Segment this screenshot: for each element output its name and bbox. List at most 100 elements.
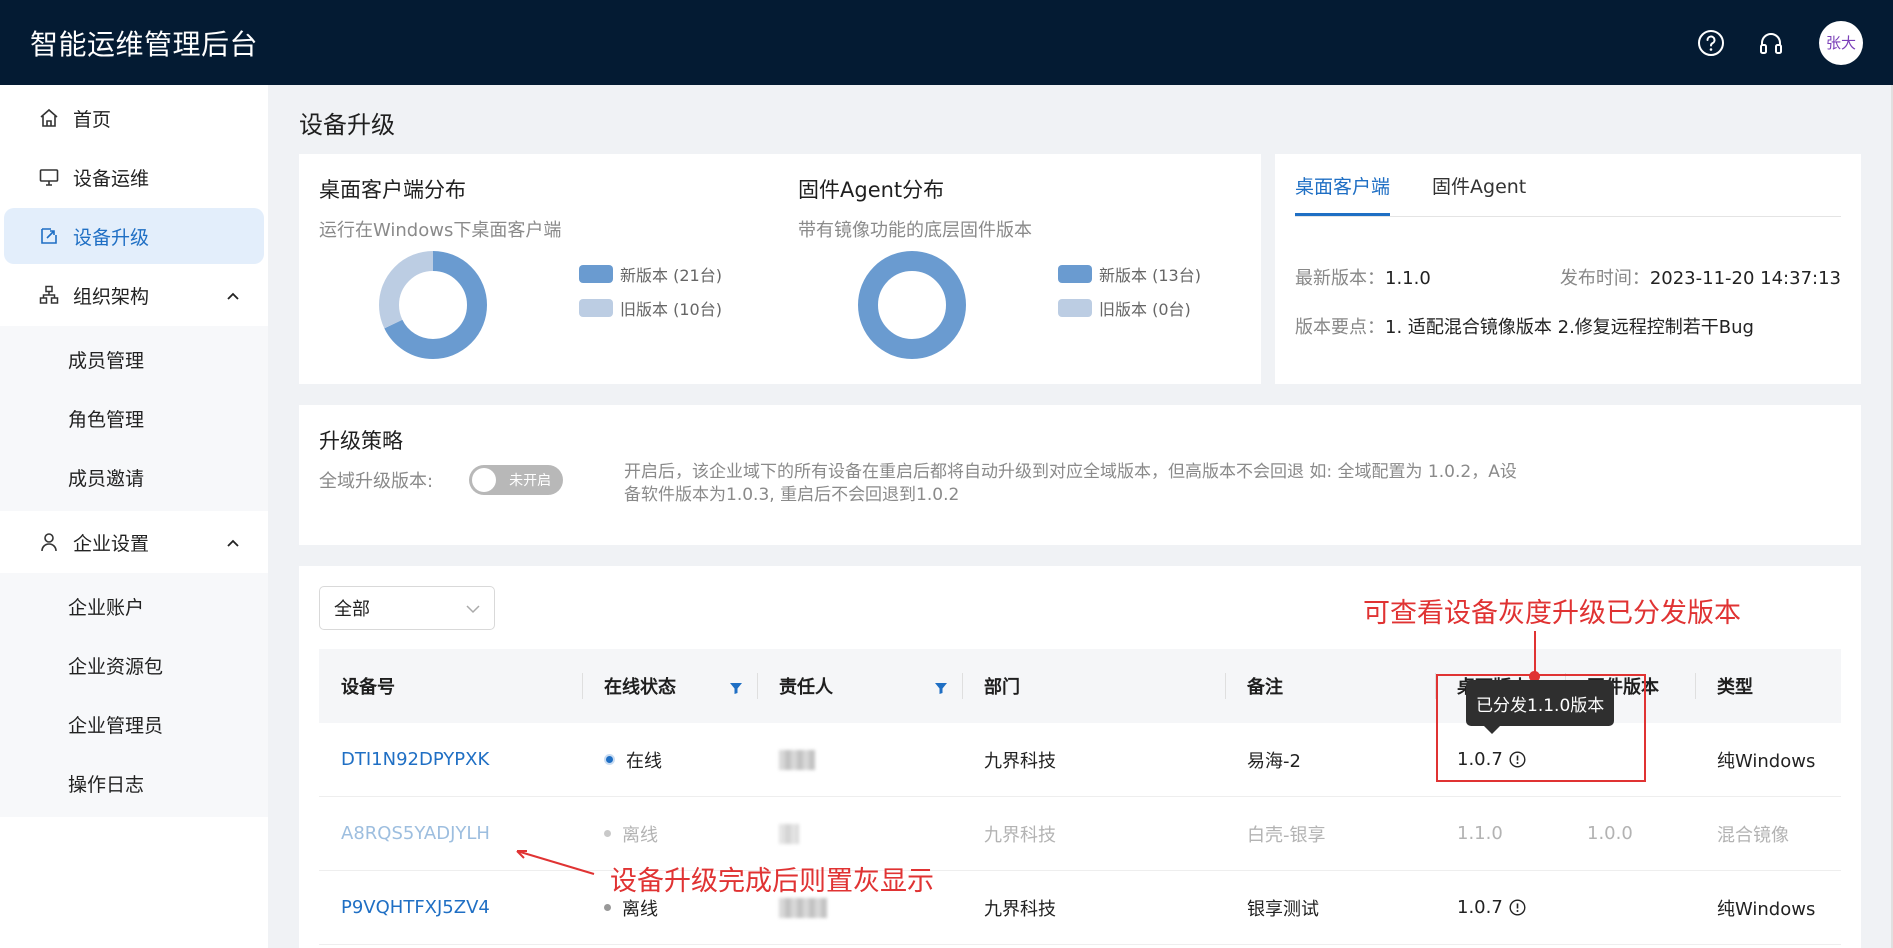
chevron-down-icon [466, 598, 480, 619]
distribution-card: 桌面客户端分布 运行在Windows下桌面客户端 新版本 (21台) 旧版本 (… [299, 154, 1261, 384]
filter-icon[interactable] [934, 679, 948, 700]
note-cell: 易海-2 [1247, 750, 1301, 772]
sidebar-item-org[interactable]: 组织架构 [4, 267, 264, 323]
device-id-link[interactable]: A8RQS5YADJYLH [341, 823, 490, 844]
desktop-legend: 新版本 (21台) 旧版本 (10台) [579, 257, 722, 325]
type-cell: 纯Windows [1717, 898, 1816, 920]
version-tabs: 桌面客户端 固件Agent [1295, 154, 1841, 217]
sidebar-item-label: 企业设置 [73, 532, 150, 555]
col-type: 类型 [1695, 649, 1841, 723]
online-dot [604, 754, 615, 765]
donut-segment-new [858, 251, 966, 359]
sidebar-item-account[interactable]: 企业账户 [0, 577, 268, 636]
firmware-distribution: 固件Agent分布 带有镜像功能的底层固件版本 [798, 174, 1032, 242]
toggle-knob [472, 468, 497, 492]
sidebar-item-label: 组织架构 [73, 285, 150, 308]
note-cell: 银享测试 [1247, 898, 1319, 920]
sidebar-item-members[interactable]: 成员管理 [0, 330, 268, 389]
device-id-link[interactable]: P9VQHTFXJ5ZV4 [341, 897, 490, 918]
annotation-gray-release: 可查看设备灰度升级已分发版本 [1363, 598, 1741, 629]
firmware-legend: 新版本 (13台) 旧版本 (0台) [1058, 257, 1201, 325]
desktop-version-cell: 1.1.0 [1457, 823, 1503, 844]
sidebar-subgroup-enterprise: 企业账户 企业资源包 企业管理员 操作日志 [0, 573, 268, 817]
legend-new: 新版本 (13台) [1058, 257, 1201, 291]
global-upgrade-row: 全域升级版本: 未开启 [319, 465, 564, 495]
sidebar-item-logs[interactable]: 操作日志 [0, 754, 268, 813]
latest-version: 最新版本：1.1.0 [1295, 268, 1431, 289]
desktop-dist-subtitle: 运行在Windows下桌面客户端 [319, 220, 562, 241]
chevron-up-icon [226, 531, 240, 553]
dept-cell: 九界科技 [984, 898, 1056, 920]
device-id-link[interactable]: DTI1N92DPYPXK [341, 749, 489, 770]
sidebar-item-roles[interactable]: 角色管理 [0, 389, 268, 448]
annotation-pointer-line [1534, 631, 1536, 675]
top-header: 智能运维管理后台 张大 [0, 0, 1893, 85]
desktop-version-cell: 1.0.7 [1435, 871, 1565, 944]
filter-select[interactable]: 全部 [319, 586, 495, 630]
monitor-icon [38, 166, 60, 188]
release-notes: 版本要点：1. 适配混合镜像版本 2.修复远程控制若干Bug [1295, 317, 1754, 338]
chevron-up-icon [226, 284, 240, 306]
type-cell: 混合镜像 [1717, 824, 1789, 846]
desktop-distribution: 桌面客户端分布 运行在Windows下桌面客户端 [319, 174, 561, 242]
sidebar-item-label: 设备运维 [73, 167, 150, 190]
sidebar-item-label: 首页 [73, 108, 112, 131]
dept-cell: 九界科技 [984, 824, 1056, 846]
sidebar-item-resource[interactable]: 企业资源包 [0, 636, 268, 695]
info-icon[interactable] [1509, 899, 1526, 916]
page-title: 设备升级 [299, 111, 395, 139]
global-upgrade-label: 全域升级版本: [319, 471, 434, 492]
filter-icon[interactable] [729, 679, 743, 700]
sidebar-item-invite[interactable]: 成员邀请 [0, 448, 268, 507]
strategy-description: 开启后，该企业域下的所有设备在重启后都将自动升级到对应全域版本，但高版本不会回退… [624, 462, 1517, 505]
user-icon [38, 531, 60, 553]
col-status: 在线状态 [582, 649, 757, 723]
desktop-dist-title: 桌面客户端分布 [319, 178, 466, 202]
app-title: 智能运维管理后台 [30, 27, 259, 61]
table-row: P9VQHTFXJ5ZV4 离线 九界科技 银享测试 1.0.7 纯Window… [319, 871, 1841, 945]
blurred-owner [779, 823, 799, 844]
note-cell: 白壳-银享 [1247, 824, 1326, 846]
desktop-donut-chart [379, 251, 487, 359]
offline-dot [604, 904, 611, 911]
firmware-donut-chart [858, 251, 966, 359]
sidebar-item-admins[interactable]: 企业管理员 [0, 695, 268, 754]
firmware-dist-title: 固件Agent分布 [798, 178, 945, 202]
legend-new: 新版本 (21台) [579, 257, 722, 291]
legend-old: 旧版本 (10台) [579, 291, 722, 325]
release-time: 发布时间：2023-11-20 14:37:13 [1559, 268, 1841, 289]
col-dept: 部门 [962, 649, 1225, 723]
main-content: 设备升级 桌面客户端分布 运行在Windows下桌面客户端 新版本 (21台) … [268, 85, 1893, 948]
status-cell: 在线 [582, 723, 757, 796]
legend-old: 旧版本 (0台) [1058, 291, 1201, 325]
annotation-grayed-out: 设备升级完成后则置灰显示 [610, 866, 934, 897]
upgrade-strategy-card: 升级策略 全域升级版本: 未开启 开启后，该企业域下的所有设备在重启后都将自动升… [299, 405, 1861, 545]
header-actions: 张大 [1695, 20, 1863, 65]
headset-icon[interactable] [1755, 27, 1787, 59]
blurred-owner [779, 897, 827, 918]
version-tooltip: 已分发1.1.0版本 [1466, 680, 1615, 734]
org-icon [38, 284, 60, 306]
strategy-title: 升级策略 [319, 429, 403, 453]
sidebar-item-enterprise[interactable]: 企业设置 [4, 514, 264, 570]
owner-cell [757, 723, 962, 796]
col-device: 设备号 [341, 677, 395, 698]
avatar[interactable]: 张大 [1819, 20, 1863, 65]
upgrade-icon [38, 225, 60, 247]
sidebar-item-device-ops[interactable]: 设备运维 [4, 149, 264, 205]
type-cell: 纯Windows [1717, 750, 1816, 772]
tab-firmware-agent[interactable]: 固件Agent [1432, 172, 1526, 216]
col-owner: 责任人 [757, 649, 962, 723]
sidebar-item-device-upgrade[interactable]: 设备升级 [4, 208, 264, 264]
firmware-version-cell [1565, 871, 1695, 944]
global-upgrade-toggle[interactable]: 未开启 [469, 465, 564, 495]
sidebar-item-home[interactable]: 首页 [4, 90, 264, 146]
toggle-state-text: 未开启 [509, 473, 552, 489]
dept-cell: 九界科技 [984, 750, 1056, 772]
tab-desktop-client[interactable]: 桌面客户端 [1295, 172, 1391, 216]
version-info-card: 桌面客户端 固件Agent 最新版本：1.1.0 发布时间：2023-11-20… [1275, 154, 1861, 384]
help-icon[interactable] [1695, 27, 1727, 59]
annotation-arrow-icon [516, 850, 595, 875]
col-note: 备注 [1225, 649, 1435, 723]
firmware-dist-subtitle: 带有镜像功能的底层固件版本 [798, 220, 1032, 241]
